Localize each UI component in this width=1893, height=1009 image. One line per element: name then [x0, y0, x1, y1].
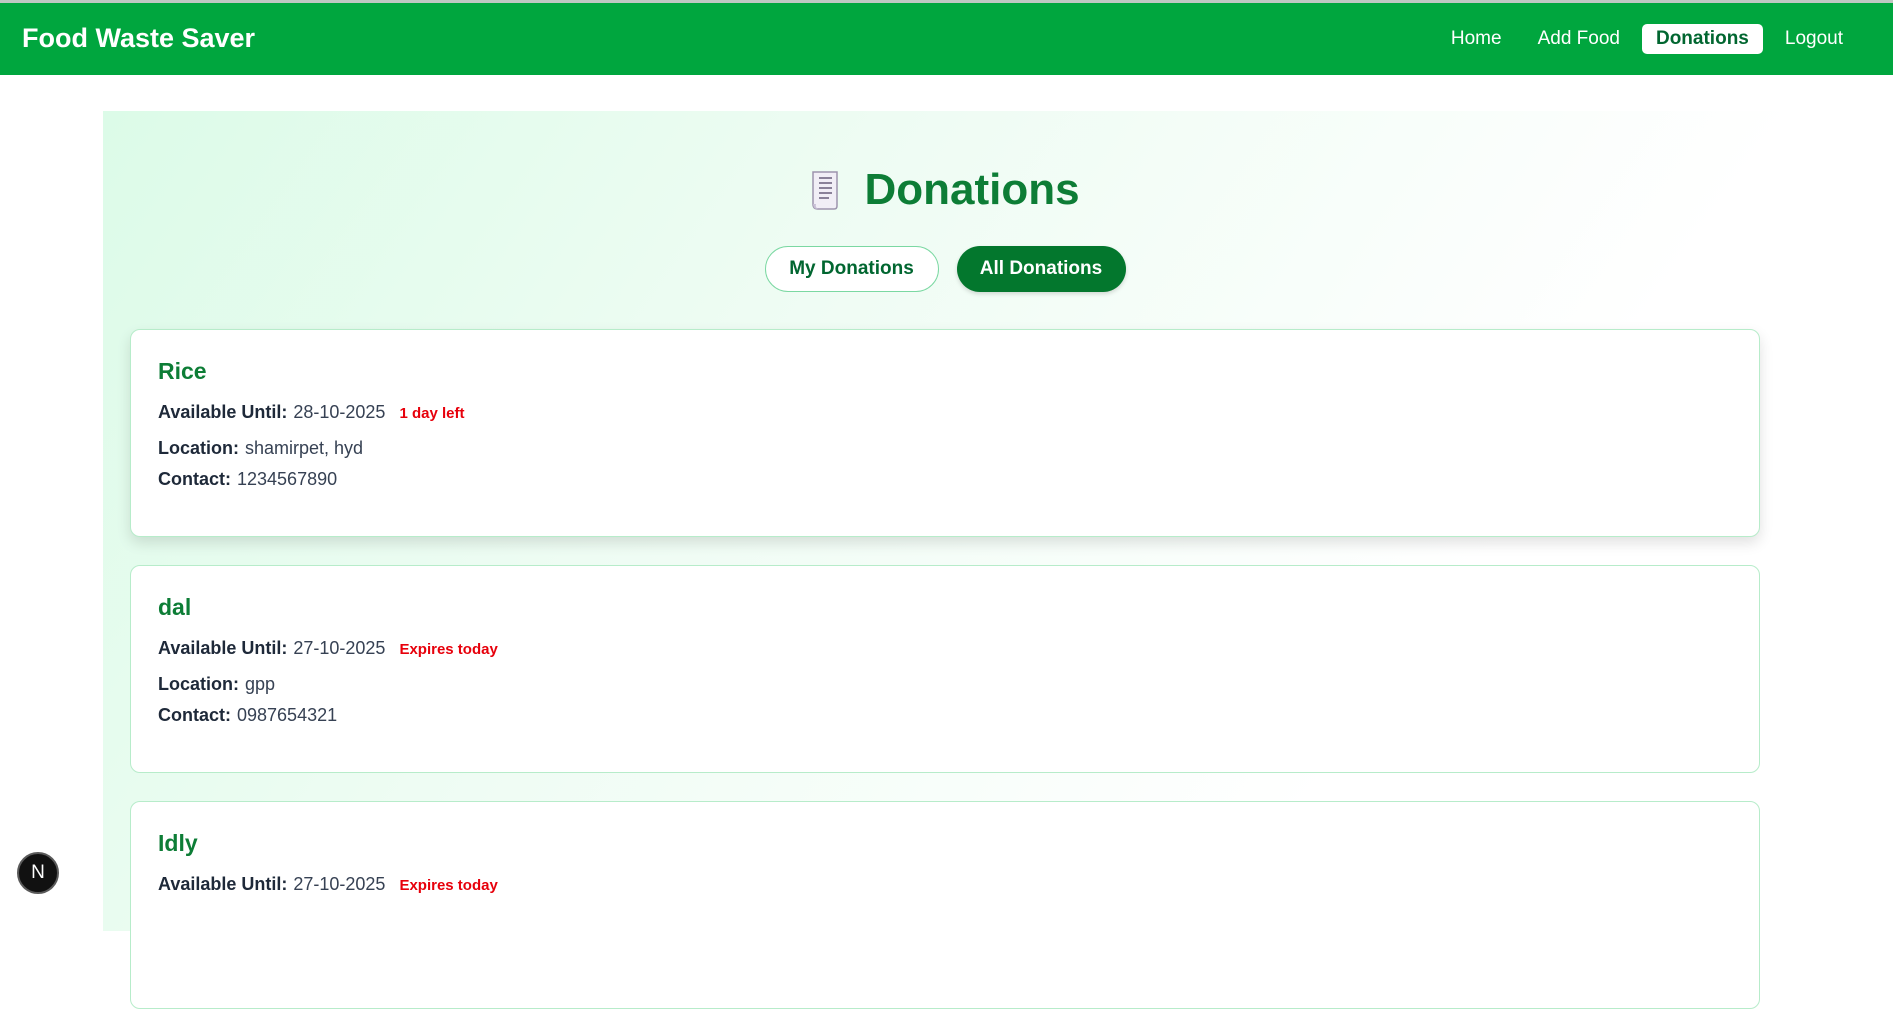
donation-card: Idly Available Until: 27-10-2025 Expires…: [130, 801, 1760, 1009]
contact-label: Contact:: [158, 705, 231, 725]
brand-title[interactable]: Food Waste Saver: [22, 23, 255, 54]
location-label: Location:: [158, 438, 239, 458]
contact-row: Contact: 0987654321: [158, 705, 337, 726]
nav-links: Home Add Food Donations Logout: [1429, 24, 1857, 54]
receipt-icon: [812, 171, 839, 210]
expiry-badge: 1 day left: [399, 405, 465, 422]
top-navbar: Food Waste Saver Home Add Food Donations…: [0, 0, 1893, 75]
available-until-value: 27-10-2025: [293, 638, 386, 658]
available-until-value: 28-10-2025: [293, 402, 386, 422]
available-until-row: Available Until: 27-10-2025 Expires toda…: [158, 874, 498, 895]
nav-add-food-link[interactable]: Add Food: [1524, 24, 1634, 54]
donation-name: dal: [158, 594, 192, 620]
donation-name: Idly: [158, 830, 198, 856]
available-until-label: Available Until:: [158, 638, 288, 658]
nav-logout-link[interactable]: Logout: [1771, 24, 1857, 54]
location-row: Location: shamirpet, hyd: [158, 438, 363, 459]
available-until-value: 27-10-2025: [293, 874, 386, 894]
expiry-badge: Expires today: [399, 641, 498, 658]
page-heading: Donations: [103, 165, 1787, 215]
contact-label: Contact:: [158, 469, 231, 489]
donation-tabs: My Donations All Donations: [103, 246, 1787, 292]
contact-value: 1234567890: [237, 469, 338, 489]
donations-panel: Donations My Donations All Donations Ric…: [103, 111, 1787, 1009]
location-label: Location:: [158, 674, 239, 694]
nav-home-link[interactable]: Home: [1437, 24, 1516, 54]
location-value: gpp: [245, 674, 276, 694]
tab-all-donations[interactable]: All Donations: [956, 246, 1126, 292]
contact-row: Contact: 1234567890: [158, 469, 337, 490]
nextjs-logo-icon[interactable]: N: [17, 852, 59, 894]
available-until-label: Available Until:: [158, 402, 288, 422]
available-until-row: Available Until: 27-10-2025 Expires toda…: [158, 638, 498, 659]
nav-donations-link[interactable]: Donations: [1641, 24, 1763, 54]
page-title: Donations: [864, 165, 1080, 214]
location-row: Location: gpp: [158, 674, 275, 695]
contact-value: 0987654321: [237, 705, 338, 725]
available-until-row: Available Until: 28-10-2025 1 day left: [158, 402, 464, 423]
expiry-badge: Expires today: [399, 877, 498, 894]
donation-card: Rice Available Until: 28-10-2025 1 day l…: [130, 329, 1760, 537]
tab-my-donations[interactable]: My Donations: [764, 246, 939, 292]
location-value: shamirpet, hyd: [245, 438, 364, 458]
available-until-label: Available Until:: [158, 874, 288, 894]
donation-card: dal Available Until: 27-10-2025 Expires …: [130, 565, 1760, 773]
donation-name: Rice: [158, 358, 207, 384]
